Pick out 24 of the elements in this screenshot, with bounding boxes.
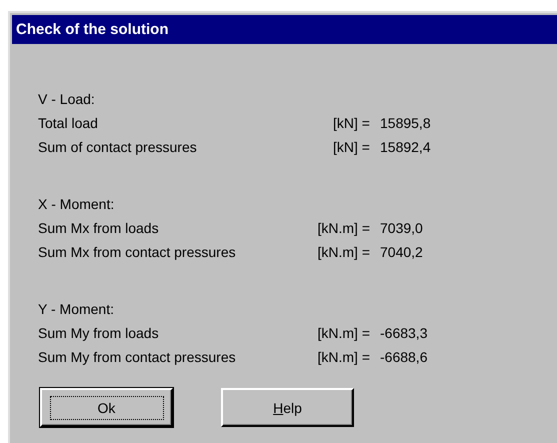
row-label: Sum Mx from contact pressures — [38, 243, 237, 262]
row-label: Sum My from contact pressures — [38, 348, 237, 367]
row-value: 15892,4 — [380, 138, 431, 157]
dialog-button[interactable]: Ok — [40, 388, 173, 427]
row-value: -6688,6 — [380, 348, 428, 367]
row-label: Sum Mx from loads — [38, 219, 160, 238]
unit-label: [kN] = — [332, 114, 371, 133]
unit-label: [kN.m] = — [316, 219, 371, 238]
unit-label: [kN] = — [332, 138, 371, 157]
section-heading: V - Load: — [38, 90, 95, 109]
unit-label: [kN.m] = — [316, 348, 371, 367]
row-label: Total load — [38, 114, 99, 133]
row-label: Sum of contact pressures — [38, 138, 198, 157]
row-value: 7039,0 — [380, 219, 423, 238]
window-title: Check of the solution — [12, 15, 557, 44]
dialog-button[interactable]: Help — [221, 388, 354, 427]
section-heading: Y - Moment: — [38, 300, 114, 319]
unit-label: [kN.m] = — [316, 324, 371, 343]
unit-label: [kN.m] = — [316, 243, 371, 262]
row-label: Sum My from loads — [38, 324, 160, 343]
row-value: 7040,2 — [380, 243, 423, 262]
section-heading: X - Moment: — [38, 195, 114, 214]
row-value: -6683,3 — [380, 324, 428, 343]
row-value: 15895,8 — [380, 114, 431, 133]
